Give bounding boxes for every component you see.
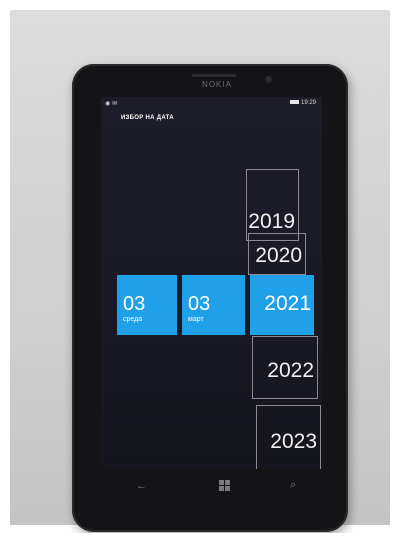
phone-screen: ◉ ✉ 19:29 ИЗБОР НА ДАТА 03 среда 03 март… [101, 97, 322, 469]
back-arrow-icon[interactable]: ← [136, 480, 147, 492]
status-right: 19:29 [289, 100, 316, 106]
day-selector[interactable]: 03 среда [117, 275, 177, 335]
year-item-2022[interactable]: 2022 [252, 336, 318, 399]
year-item-2019[interactable]: 2019 [246, 169, 299, 241]
year-item-2023[interactable]: 2023 [256, 405, 321, 469]
month-value: 03 [188, 293, 211, 315]
month-selector[interactable]: 03 март [182, 275, 245, 335]
brand-logo: NOKIA [202, 80, 232, 89]
windows-logo-icon[interactable] [219, 480, 230, 491]
front-camera-icon [265, 76, 272, 83]
status-time: 19:29 [300, 100, 316, 106]
day-value: 03 [123, 293, 146, 315]
page-title: ИЗБОР НА ДАТА [121, 115, 174, 121]
search-icon[interactable]: ⌕ [290, 479, 296, 492]
status-icons: ◉ ✉ [105, 100, 118, 107]
year-item-2020[interactable]: 2020 [248, 233, 306, 275]
earpiece [192, 74, 236, 77]
battery-icon [289, 100, 299, 105]
year-item-2021[interactable]: 2021 [250, 275, 314, 335]
day-label: среда [123, 316, 143, 323]
phone-device: NOKIA ◉ ✉ 19:29 ИЗБОР НА ДАТА 03 среда 0… [72, 64, 348, 532]
month-label: март [188, 316, 204, 323]
